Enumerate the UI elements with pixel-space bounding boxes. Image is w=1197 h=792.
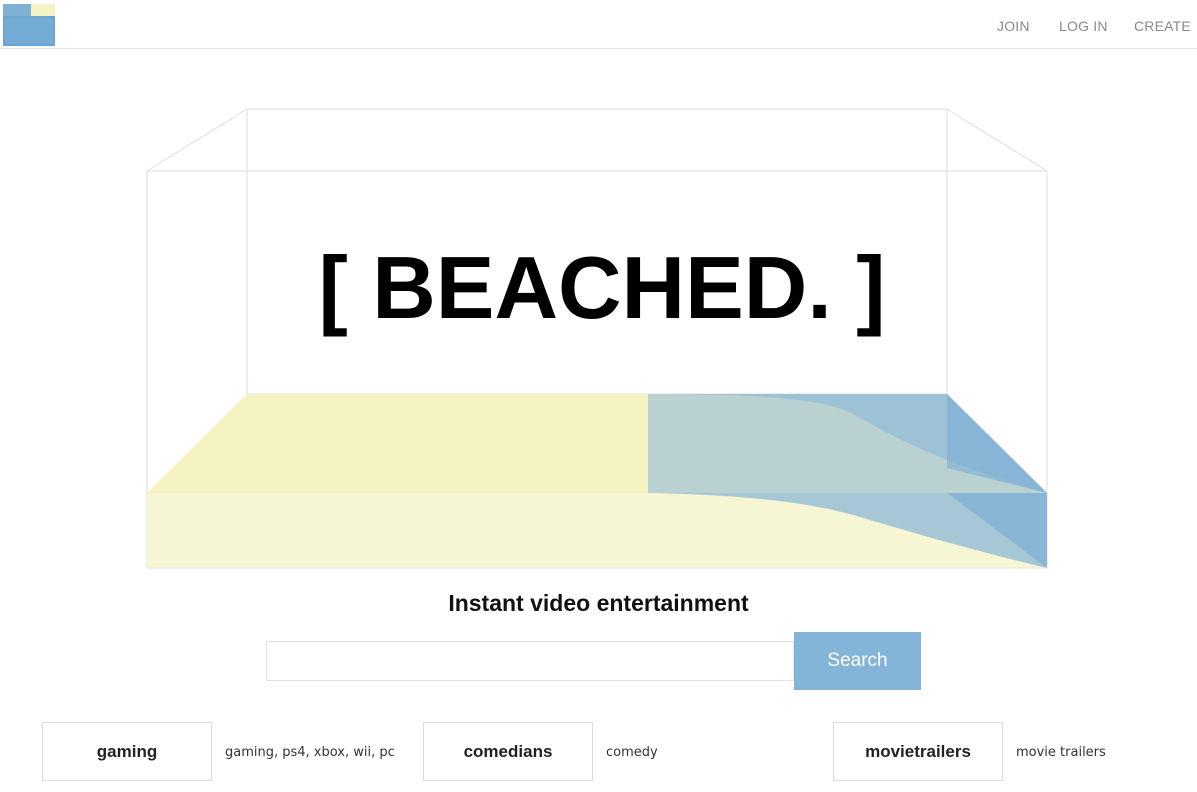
top-bar: JOIN LOG IN CREATE <box>0 0 1197 49</box>
search-button[interactable]: Search <box>794 632 921 690</box>
brand-title: [ BEACHED. ] <box>318 238 885 337</box>
beach-logo-icon[interactable] <box>3 4 55 46</box>
channel-comedians-button[interactable]: comedians <box>423 722 593 781</box>
channel-gaming-tags: gaming, ps4, xbox, wii, pc <box>225 745 395 760</box>
login-link[interactable]: LOG IN <box>1059 18 1108 34</box>
channel-comedians-tags: comedy <box>606 745 658 760</box>
search-input[interactable] <box>266 641 794 681</box>
channel-movietrailers-tags: movie trailers <box>1016 745 1106 760</box>
channel-gaming-button[interactable]: gaming <box>42 722 212 781</box>
join-link[interactable]: JOIN <box>997 18 1030 34</box>
tagline: Instant video entertainment <box>448 590 749 616</box>
create-link[interactable]: CREATE <box>1134 18 1191 34</box>
channel-movietrailers-button[interactable]: movietrailers <box>833 722 1003 781</box>
hero-illustration: [ BEACHED. ] <box>146 108 1048 569</box>
